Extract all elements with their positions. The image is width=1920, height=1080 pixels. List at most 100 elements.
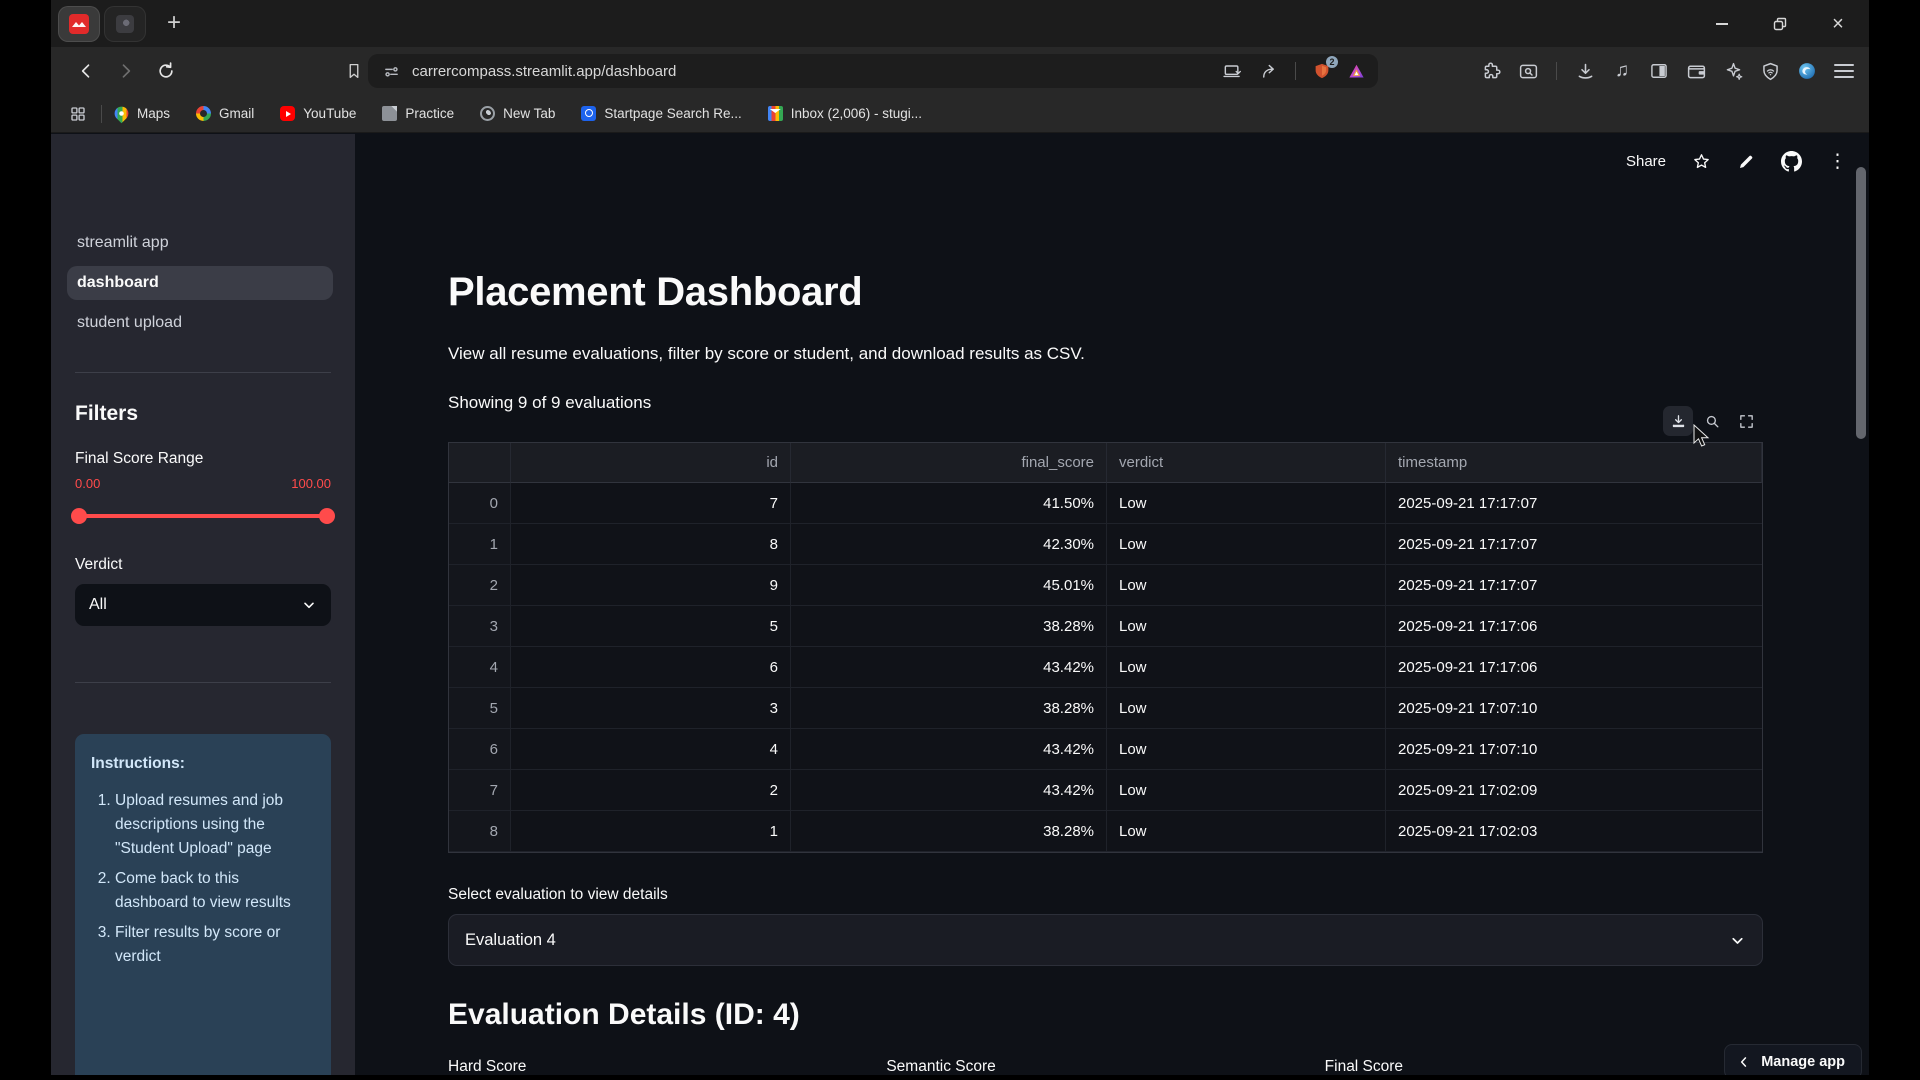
cell-id[interactable]: 2	[511, 770, 791, 811]
bookmark-youtube[interactable]: YouTube	[280, 106, 356, 121]
cell-timestamp[interactable]: 2025-09-21 17:17:06	[1386, 647, 1762, 688]
cell-verdict[interactable]: Low	[1107, 729, 1386, 770]
verdict-select[interactable]: All	[75, 584, 331, 626]
cell-index[interactable]: 1	[449, 524, 511, 565]
slider-handle-max[interactable]	[319, 508, 335, 524]
url-text[interactable]: carrercompass.streamlit.app/dashboard	[412, 63, 1219, 80]
evaluation-select[interactable]: Evaluation 4	[448, 914, 1763, 966]
search-tab-icon[interactable]	[1515, 58, 1541, 84]
share-button[interactable]: Share	[1626, 153, 1666, 170]
table-download-icon[interactable]	[1663, 406, 1693, 436]
cell-final_score[interactable]: 45.01%	[791, 565, 1107, 606]
manage-app-button[interactable]: Manage app	[1724, 1044, 1862, 1075]
bookmark-maps[interactable]: Maps	[114, 106, 170, 121]
bookmark-startpage[interactable]: Startpage Search Re...	[581, 106, 741, 121]
site-settings-icon[interactable]	[378, 58, 404, 84]
tab-streamlit-app[interactable]	[59, 7, 99, 41]
close-window-button[interactable]: ×	[1827, 13, 1849, 35]
url-bar[interactable]: carrercompass.streamlit.app/dashboard	[368, 54, 1378, 88]
slider-track[interactable]	[75, 514, 331, 518]
cell-index[interactable]: 5	[449, 688, 511, 729]
cell-id[interactable]: 8	[511, 524, 791, 565]
column-header-id[interactable]: id	[511, 443, 791, 483]
cell-index[interactable]: 2	[449, 565, 511, 606]
cell-index[interactable]: 4	[449, 647, 511, 688]
cell-index[interactable]: 0	[449, 483, 511, 524]
bookmark-inbox[interactable]: Inbox (2,006) - stugi...	[768, 106, 922, 121]
sidebar-item-student-upload[interactable]: student upload	[67, 306, 333, 340]
bookmark-icon[interactable]	[341, 58, 367, 84]
cell-final_score[interactable]: 38.28%	[791, 688, 1107, 729]
bookmark-newtab[interactable]: New Tab	[480, 106, 555, 121]
sidebar-item-streamlit-app[interactable]: streamlit app	[67, 226, 333, 260]
cell-id[interactable]: 4	[511, 729, 791, 770]
cell-id[interactable]: 1	[511, 811, 791, 852]
wallet-icon[interactable]	[1683, 58, 1709, 84]
cell-id[interactable]: 9	[511, 565, 791, 606]
column-header-index[interactable]	[449, 443, 511, 483]
cell-timestamp[interactable]: 2025-09-21 17:02:03	[1386, 811, 1762, 852]
cell-verdict[interactable]: Low	[1107, 647, 1386, 688]
cell-id[interactable]: 7	[511, 483, 791, 524]
cell-verdict[interactable]: Low	[1107, 483, 1386, 524]
cell-id[interactable]: 3	[511, 688, 791, 729]
star-icon[interactable]	[1692, 152, 1711, 171]
edit-pencil-icon[interactable]	[1737, 153, 1755, 171]
github-icon[interactable]	[1781, 151, 1802, 172]
minimize-button[interactable]	[1711, 13, 1733, 35]
cell-index[interactable]: 6	[449, 729, 511, 770]
cell-final_score[interactable]: 43.42%	[791, 729, 1107, 770]
cell-timestamp[interactable]: 2025-09-21 17:17:07	[1386, 524, 1762, 565]
cell-verdict[interactable]: Low	[1107, 606, 1386, 647]
cell-timestamp[interactable]: 2025-09-21 17:07:10	[1386, 729, 1762, 770]
share-page-icon[interactable]	[1255, 58, 1281, 84]
back-button[interactable]	[73, 58, 99, 84]
page-scrollbar-thumb[interactable]	[1856, 167, 1866, 439]
restore-button[interactable]	[1769, 13, 1791, 35]
cell-timestamp[interactable]: 2025-09-21 17:07:10	[1386, 688, 1762, 729]
bookmark-practice[interactable]: Practice	[382, 106, 454, 121]
downloads-icon[interactable]	[1572, 58, 1598, 84]
cell-final_score[interactable]: 42.30%	[791, 524, 1107, 565]
table-fullscreen-icon[interactable]	[1731, 406, 1761, 436]
blue-swirl-extension-icon[interactable]	[1794, 58, 1820, 84]
cell-verdict[interactable]: Low	[1107, 811, 1386, 852]
triangle-extension-icon[interactable]	[1344, 59, 1368, 83]
cell-verdict[interactable]: Low	[1107, 524, 1386, 565]
cell-id[interactable]: 6	[511, 647, 791, 688]
new-tab-button[interactable]: +	[159, 9, 189, 39]
score-range-slider[interactable]	[75, 511, 331, 521]
cell-id[interactable]: 5	[511, 606, 791, 647]
cell-timestamp[interactable]: 2025-09-21 17:17:07	[1386, 483, 1762, 524]
slider-handle-min[interactable]	[71, 508, 87, 524]
cell-index[interactable]: 3	[449, 606, 511, 647]
cell-final_score[interactable]: 38.28%	[791, 606, 1107, 647]
column-header-verdict[interactable]: verdict	[1107, 443, 1386, 483]
cell-final_score[interactable]: 43.42%	[791, 647, 1107, 688]
overflow-menu-icon[interactable]: ⋮	[1828, 150, 1847, 173]
tab-pinned-second[interactable]	[105, 7, 145, 41]
column-header-timestamp[interactable]: timestamp	[1386, 443, 1762, 483]
cell-timestamp[interactable]: 2025-09-21 17:17:06	[1386, 606, 1762, 647]
cell-final_score[interactable]: 38.28%	[791, 811, 1107, 852]
shield-privacy-icon[interactable]	[1757, 58, 1783, 84]
cell-final_score[interactable]: 43.42%	[791, 770, 1107, 811]
leo-ai-sparkle-icon[interactable]	[1720, 58, 1746, 84]
cell-index[interactable]: 8	[449, 811, 511, 852]
sidebar-item-dashboard[interactable]: dashboard	[67, 266, 333, 300]
cell-index[interactable]: 7	[449, 770, 511, 811]
forward-button[interactable]	[113, 58, 139, 84]
cell-final_score[interactable]: 41.50%	[791, 483, 1107, 524]
cell-verdict[interactable]: Low	[1107, 688, 1386, 729]
adblock-extension-icon[interactable]: 2	[1310, 59, 1334, 83]
cell-timestamp[interactable]: 2025-09-21 17:17:07	[1386, 565, 1762, 606]
split-view-icon[interactable]	[1646, 58, 1672, 84]
cell-verdict[interactable]: Low	[1107, 770, 1386, 811]
reload-button[interactable]	[153, 58, 179, 84]
extensions-puzzle-icon[interactable]	[1478, 58, 1504, 84]
bookmark-gmail[interactable]: Gmail	[196, 106, 254, 121]
send-to-device-icon[interactable]	[1219, 58, 1245, 84]
cell-timestamp[interactable]: 2025-09-21 17:02:09	[1386, 770, 1762, 811]
column-header-final_score[interactable]: final_score	[791, 443, 1107, 483]
music-player-icon[interactable]: ♫	[1609, 58, 1635, 84]
